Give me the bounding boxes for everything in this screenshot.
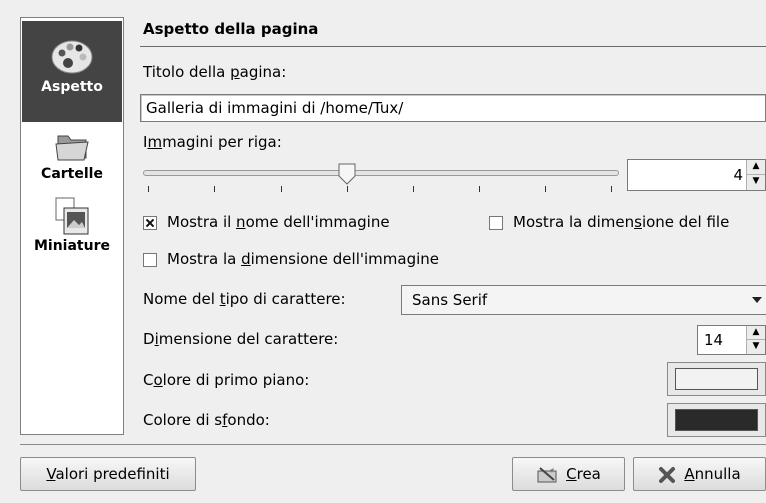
show-image-size-label: Mostra la dimensione dell'immagine <box>167 250 440 268</box>
slider-tick <box>281 186 282 192</box>
spinbox-value: 14 <box>704 331 724 349</box>
font-name-label: Nome del tipo di carattere: <box>143 290 346 308</box>
cancel-button[interactable]: Annulla <box>633 457 766 491</box>
slider-tick <box>214 186 215 192</box>
page-title-label: Titolo della pagina: <box>143 63 287 81</box>
show-name-checkbox[interactable] <box>143 216 157 230</box>
slider-tick <box>545 186 546 192</box>
slider-tick <box>148 186 149 192</box>
show-file-size-checkbox[interactable] <box>489 216 503 230</box>
sidebar-item-label: Cartelle <box>41 166 103 182</box>
foreground-color-label: Colore di primo piano: <box>143 371 310 389</box>
spinbox-buttons: ▲ ▼ <box>746 160 765 190</box>
sidebar-item-miniature[interactable]: Miniature <box>22 192 122 272</box>
image-thumbnail-icon <box>55 197 89 235</box>
defaults-button[interactable]: Valori predefiniti <box>20 457 196 491</box>
sidebar: Aspetto Cartelle Miniature <box>20 17 124 435</box>
page-title: Aspetto della pagina <box>143 20 319 38</box>
background-color-label: Colore di sfondo: <box>143 411 270 429</box>
spin-up-icon[interactable]: ▲ <box>747 160 765 175</box>
folder-icon <box>55 135 89 161</box>
chevron-down-icon <box>752 297 762 303</box>
show-file-size-label: Mostra la dimensione del file <box>513 213 730 231</box>
show-image-size-checkbox[interactable] <box>143 253 157 267</box>
images-per-row-slider[interactable] <box>143 170 619 176</box>
background-color-swatch <box>675 409 758 431</box>
create-button[interactable]: Crea <box>512 457 625 491</box>
spin-up-icon[interactable]: ▲ <box>747 326 765 340</box>
create-gallery-icon <box>537 466 557 482</box>
spinbox-value: 4 <box>733 166 743 184</box>
sidebar-item-aspetto[interactable]: Aspetto <box>22 21 122 122</box>
sidebar-item-label: Miniature <box>33 238 110 254</box>
foreground-color-swatch <box>675 368 758 390</box>
spin-down-icon[interactable]: ▼ <box>747 340 765 354</box>
slider-tick <box>347 186 348 192</box>
title-divider <box>140 46 766 47</box>
slider-tick <box>479 186 480 192</box>
background-color-button[interactable] <box>667 403 766 437</box>
font-name-select[interactable]: Sans Serif <box>401 285 766 315</box>
sidebar-item-label: Aspetto <box>41 79 103 95</box>
page-title-input[interactable] <box>140 94 766 122</box>
spin-down-icon[interactable]: ▼ <box>747 175 765 190</box>
font-size-spinbox[interactable]: 14 ▲ ▼ <box>697 325 766 355</box>
sidebar-item-cartelle[interactable]: Cartelle <box>22 122 122 192</box>
slider-tick <box>611 186 612 192</box>
show-name-label: Mostra il nome dell'immagine <box>167 213 390 231</box>
cancel-x-icon <box>659 466 676 483</box>
foreground-color-button[interactable] <box>667 362 766 396</box>
font-size-label: Dimensione del carattere: <box>143 330 339 348</box>
palette-icon <box>51 40 93 74</box>
images-per-row-label: Immagini per riga: <box>143 133 282 151</box>
slider-tick <box>413 186 414 192</box>
slider-handle[interactable] <box>338 163 356 185</box>
images-per-row-spinbox[interactable]: 4 ▲ ▼ <box>627 159 766 191</box>
footer-divider <box>20 444 766 445</box>
font-name-value: Sans Serif <box>412 291 488 309</box>
spinbox-buttons: ▲ ▼ <box>746 326 765 354</box>
